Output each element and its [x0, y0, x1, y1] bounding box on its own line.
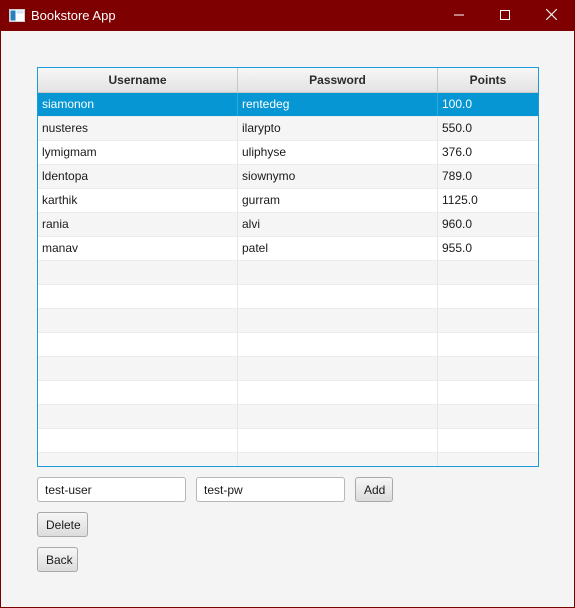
cell-points — [438, 429, 538, 452]
cell-password: ilarypto — [238, 117, 438, 140]
window-title: Bookstore App — [31, 8, 116, 23]
cell-points — [438, 333, 538, 356]
cell-username: manav — [38, 237, 238, 260]
empty-table-row — [38, 405, 538, 429]
delete-button[interactable]: Delete — [37, 512, 88, 537]
close-button[interactable] — [528, 1, 574, 31]
cell-username — [38, 381, 238, 404]
minimize-button[interactable] — [436, 1, 482, 31]
cell-password — [238, 333, 438, 356]
table-row[interactable]: karthik gurram 1125.0 — [38, 189, 538, 213]
cell-password: alvi — [238, 213, 438, 236]
cell-username — [38, 429, 238, 452]
table-row[interactable]: rania alvi 960.0 — [38, 213, 538, 237]
column-header-password[interactable]: Password — [238, 68, 438, 92]
users-table[interactable]: Username Password Points siamonon rentede… — [37, 67, 539, 467]
empty-table-row — [38, 453, 538, 466]
cell-username — [38, 405, 238, 428]
cell-points — [438, 381, 538, 404]
cell-username: rania — [38, 213, 238, 236]
table-row[interactable]: ldentopa siownymo 789.0 — [38, 165, 538, 189]
empty-table-row — [38, 381, 538, 405]
title-bar[interactable]: Bookstore App — [1, 1, 574, 31]
empty-table-row — [38, 357, 538, 381]
cell-password: siownymo — [238, 165, 438, 188]
cell-points: 955.0 — [442, 241, 473, 255]
empty-table-row — [38, 429, 538, 453]
cell-username — [38, 357, 238, 380]
add-button[interactable]: Add — [355, 477, 393, 502]
cell-username — [38, 453, 238, 466]
cell-username — [38, 261, 238, 284]
cell-password — [238, 357, 438, 380]
table-row[interactable]: manav patel 955.0 — [38, 237, 538, 261]
maximize-icon — [500, 9, 510, 23]
cell-password — [238, 429, 438, 452]
cell-password — [238, 405, 438, 428]
cell-password — [238, 381, 438, 404]
table-row[interactable]: siamonon rentedeg 100.0 — [38, 93, 538, 117]
cell-points — [438, 261, 538, 284]
app-window: Bookstore App Username Password Points s… — [0, 0, 575, 608]
cell-points: 376.0 — [442, 145, 473, 159]
cell-username — [38, 309, 238, 332]
cell-points — [438, 357, 538, 380]
cell-username — [38, 333, 238, 356]
cell-password — [238, 309, 438, 332]
cell-password: rentedeg — [238, 93, 438, 116]
close-icon — [545, 8, 557, 23]
app-window-icon — [9, 9, 25, 22]
minimize-icon — [454, 9, 464, 23]
cell-username: lymigmam — [38, 141, 238, 164]
cell-password: gurram — [238, 189, 438, 212]
cell-username — [38, 285, 238, 308]
cell-username: karthik — [38, 189, 238, 212]
cell-username: ldentopa — [38, 165, 238, 188]
cell-points — [438, 405, 538, 428]
cell-points — [438, 453, 538, 466]
back-button[interactable]: Back — [37, 547, 78, 572]
maximize-button[interactable] — [482, 1, 528, 31]
column-header-username[interactable]: Username — [38, 68, 238, 92]
table-row[interactable]: nusteres ilarypto 550.0 — [38, 117, 538, 141]
table-row[interactable]: lymigmam uliphyse 376.0 — [38, 141, 538, 165]
cell-points: 550.0 — [442, 121, 473, 135]
cell-points: 960.0 — [442, 217, 473, 231]
table-body: siamonon rentedeg 100.0 nusteres ilarypto 550… — [38, 93, 538, 466]
cell-points: 789.0 — [442, 169, 473, 183]
cell-points — [438, 309, 538, 332]
cell-username: siamonon — [38, 93, 238, 116]
cell-password — [238, 261, 438, 284]
cell-points: 100.0 — [442, 97, 473, 111]
password-field[interactable] — [196, 477, 345, 502]
username-field[interactable] — [37, 477, 186, 502]
empty-table-row — [38, 309, 538, 333]
cell-points — [438, 285, 538, 308]
cell-points: 1125.0 — [442, 193, 478, 207]
cell-password: uliphyse — [238, 141, 438, 164]
empty-table-row — [38, 285, 538, 309]
cell-password: patel — [238, 237, 438, 260]
column-header-points[interactable]: Points — [438, 68, 538, 92]
cell-password — [238, 453, 438, 466]
cell-username: nusteres — [38, 117, 238, 140]
table-header: Username Password Points — [38, 68, 538, 93]
empty-table-row — [38, 333, 538, 357]
cell-password — [238, 285, 438, 308]
empty-table-row — [38, 261, 538, 285]
